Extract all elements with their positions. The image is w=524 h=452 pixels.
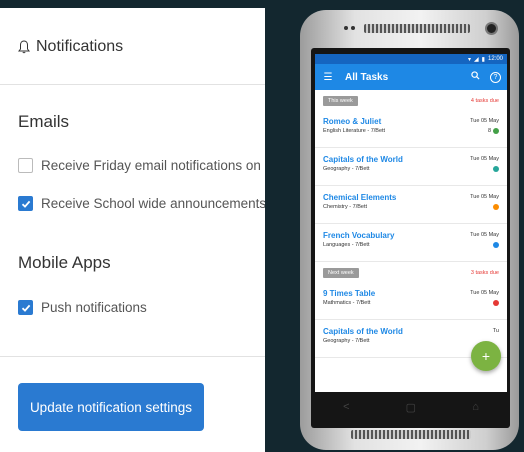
search-icon[interactable] — [468, 71, 482, 83]
next-week-header: Next week 3 tasks due — [315, 262, 507, 282]
task-date: Tue 05 May — [470, 290, 499, 296]
divider — [0, 84, 265, 85]
notification-settings-panel: Notifications Emails Receive Friday emai… — [0, 8, 265, 452]
update-notification-settings-button[interactable]: Update notification settings — [18, 383, 204, 431]
task-title: 9 Times Table — [323, 289, 376, 298]
task-subtitle: English Literature - 7/Bett — [323, 128, 386, 134]
task-subtitle: Geography - 7/Bett — [323, 166, 370, 172]
next-week-badge: Next week — [323, 268, 359, 278]
push-notifications-checkbox[interactable] — [18, 300, 33, 315]
status-dot — [493, 128, 499, 134]
friday-email-label: Receive Friday email notifications on ho… — [41, 158, 265, 173]
phone-screen: ▾ ◢ ▮ 12:00 ☰ All Tasks ? This week 4 ta… — [315, 54, 507, 392]
push-notifications-label: Push notifications — [41, 300, 147, 315]
task-title: Romeo & Juliet — [323, 117, 382, 126]
school-announcements-checkbox[interactable] — [18, 196, 33, 211]
bottom-speaker — [351, 430, 471, 439]
task-date: Tue 05 May — [470, 194, 499, 200]
front-camera — [485, 22, 498, 35]
divider — [0, 356, 265, 357]
task-count: 8 — [487, 128, 491, 134]
task-date: Tue 05 May — [470, 118, 499, 124]
status-dot — [493, 166, 499, 172]
status-bar: ▾ ◢ ▮ 12:00 — [315, 54, 507, 64]
friday-email-checkbox[interactable] — [18, 158, 33, 173]
notifications-heading: Notifications — [18, 38, 123, 56]
task-date: Tue 05 May — [470, 232, 499, 238]
task-date: Tu — [492, 328, 499, 334]
next-week-due-count: 3 tasks due — [470, 270, 499, 276]
status-time: 12:00 — [487, 56, 503, 62]
add-task-fab[interactable]: + — [471, 341, 501, 371]
task-item[interactable]: French Vocabulary Languages - 7/Bett Tue… — [315, 224, 507, 262]
task-title: Capitals of the World — [323, 327, 403, 336]
help-icon[interactable]: ? — [490, 71, 501, 83]
task-subtitle: Languages - 7/Bett — [323, 242, 370, 248]
task-item[interactable]: Capitals of the World Geography - 7/Bett… — [315, 148, 507, 186]
task-subtitle: Chemistry - 7/Bett — [323, 204, 368, 210]
mobile-apps-section-title: Mobile Apps — [18, 253, 111, 272]
sensor-dots — [344, 26, 355, 30]
emails-section-title: Emails — [18, 112, 70, 131]
phone-mockup: ▾ ◢ ▮ 12:00 ☰ All Tasks ? This week 4 ta… — [300, 10, 519, 450]
checkmark-icon — [21, 304, 30, 312]
bell-icon — [18, 40, 30, 54]
task-date: Tue 05 May — [470, 156, 499, 162]
back-icon[interactable]: < — [343, 401, 349, 413]
checkmark-icon — [21, 200, 30, 208]
task-item[interactable]: Romeo & Juliet English Literature - 7/Be… — [315, 110, 507, 148]
signal-icon: ◢ — [474, 56, 479, 63]
school-announcements-label: Receive School wide announcements via em… — [41, 196, 265, 211]
app-title: All Tasks — [345, 71, 389, 83]
status-dot — [493, 242, 499, 248]
status-dot — [493, 300, 499, 306]
task-subtitle: Mathmatics - 7/Bett — [323, 300, 371, 306]
notifications-heading-text: Notifications — [36, 38, 124, 55]
task-title: Chemical Elements — [323, 193, 397, 202]
task-title: Capitals of the World — [323, 155, 403, 164]
this-week-due-count: 4 tasks due — [470, 98, 499, 104]
home-icon[interactable]: ▢ — [406, 401, 416, 414]
battery-icon: ▮ — [481, 56, 485, 63]
recents-icon[interactable]: ⌂ — [472, 401, 479, 413]
this-week-badge: This week — [323, 96, 358, 106]
menu-icon[interactable]: ☰ — [321, 72, 335, 83]
task-item[interactable]: 9 Times Table Mathmatics - 7/Bett Tue 05… — [315, 282, 507, 320]
push-notifications-option[interactable]: Push notifications — [18, 300, 147, 315]
app-bar: ☰ All Tasks ? — [315, 64, 507, 90]
friday-email-option[interactable]: Receive Friday email notifications on ho… — [18, 158, 265, 173]
school-announcements-option[interactable]: Receive School wide announcements via em… — [18, 196, 265, 211]
earpiece-speaker — [364, 24, 470, 33]
wifi-icon: ▾ — [468, 56, 472, 63]
phone-nav-bar: < ▢ ⌂ — [315, 392, 507, 422]
status-dot — [493, 204, 499, 210]
task-item[interactable]: Chemical Elements Chemistry - 7/Bett Tue… — [315, 186, 507, 224]
task-subtitle: Geography - 7/Bett — [323, 338, 370, 344]
phone-top-bezel — [300, 10, 519, 52]
task-title: French Vocabulary — [323, 231, 395, 240]
this-week-header: This week 4 tasks due — [315, 90, 507, 110]
